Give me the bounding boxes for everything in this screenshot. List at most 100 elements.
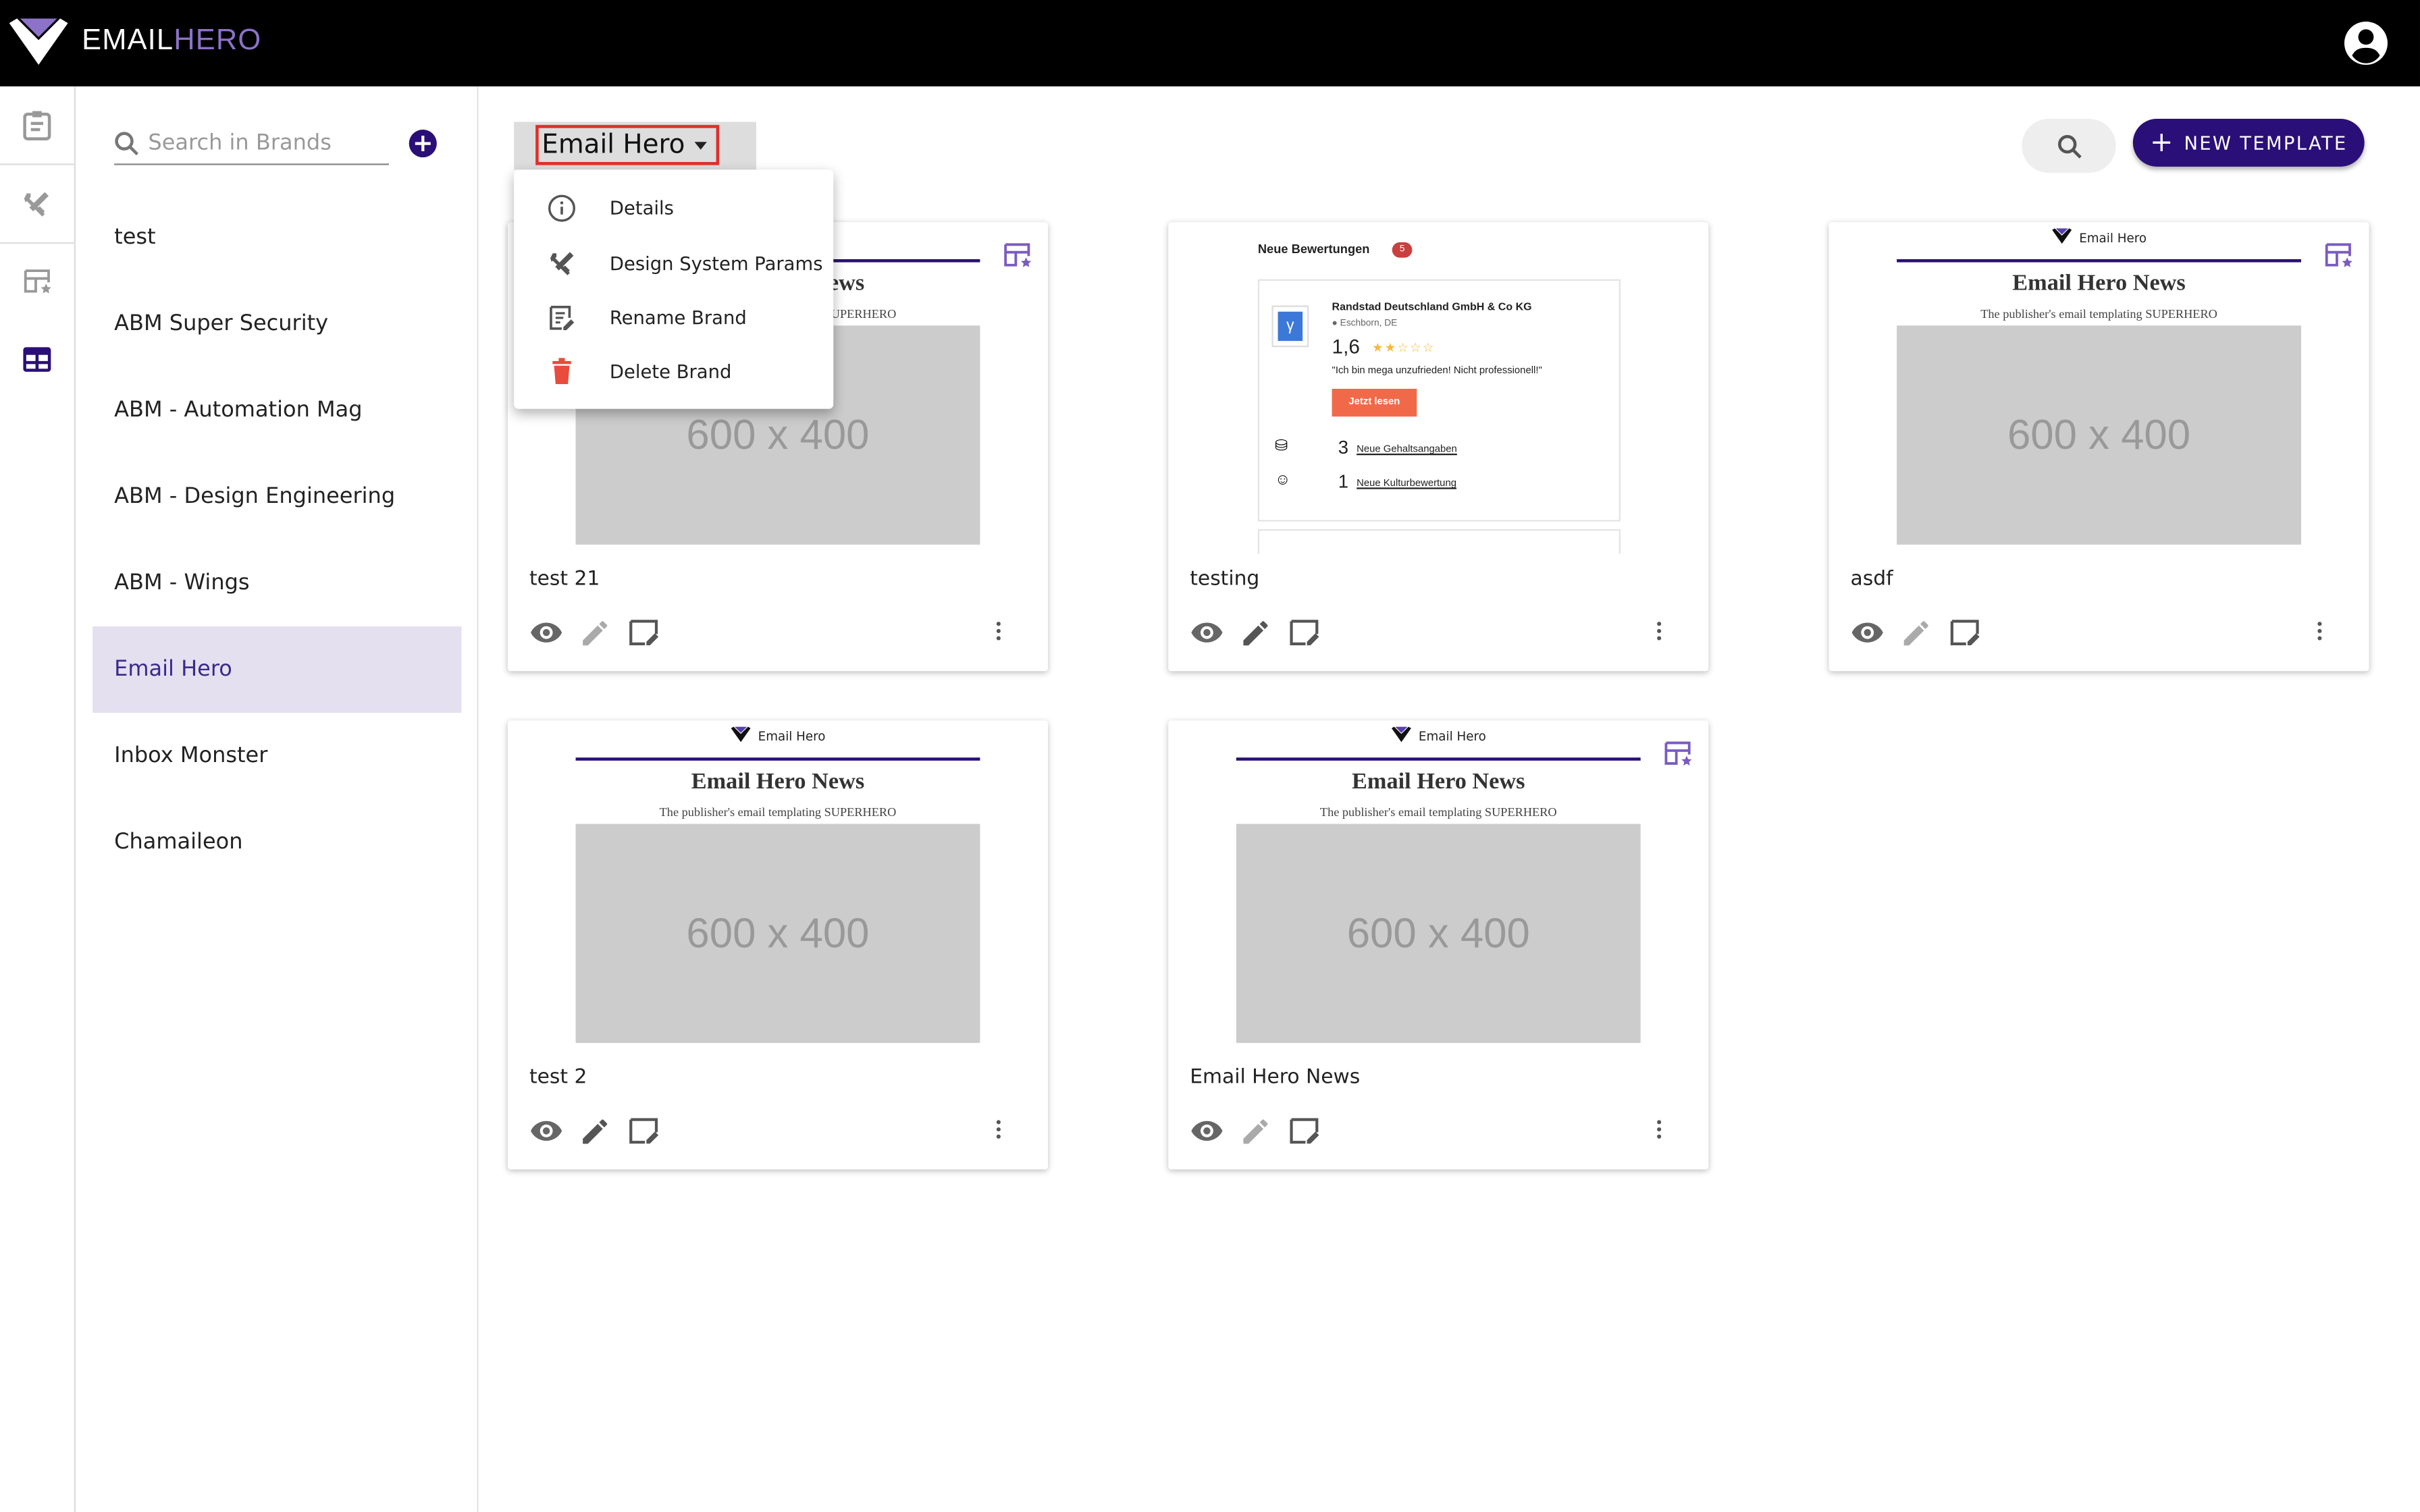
preview-title: Email Hero News bbox=[691, 770, 865, 795]
search-templates-button[interactable] bbox=[2022, 118, 2116, 173]
edit-pencil-icon[interactable] bbox=[1900, 616, 1932, 649]
edit-settings-icon[interactable] bbox=[627, 1114, 660, 1148]
preview-title: Email Hero News bbox=[2012, 271, 2186, 296]
nav-rail bbox=[0, 86, 76, 1512]
brand-item[interactable]: Chamaileon bbox=[93, 799, 461, 886]
top-bar: EMAILHERO bbox=[0, 0, 2420, 86]
rail-item-templates[interactable] bbox=[0, 86, 74, 165]
preview-eye-icon[interactable] bbox=[1190, 616, 1224, 649]
app-logo-text[interactable]: EMAILHERO bbox=[82, 25, 261, 59]
brand-item[interactable]: test bbox=[93, 194, 461, 281]
culture-link[interactable]: Neue Kulturbewertung bbox=[1357, 479, 1456, 489]
placeholder-label: 600 x 400 bbox=[686, 909, 870, 956]
stat-number: 3 bbox=[1338, 436, 1348, 458]
favorite-template-icon[interactable] bbox=[1001, 241, 1032, 272]
rating-stars: ★★☆☆☆ bbox=[1371, 341, 1436, 355]
emailhero-logo-icon bbox=[1392, 726, 1412, 742]
menu-item-delete-brand[interactable]: Delete Brand bbox=[514, 344, 833, 398]
more-vert-icon[interactable] bbox=[987, 1117, 1011, 1142]
preview-image-placeholder: 600 x 400 bbox=[1897, 325, 2301, 545]
more-vert-icon[interactable] bbox=[1647, 619, 1672, 644]
more-vert-icon[interactable] bbox=[2307, 619, 2332, 644]
preview-divider bbox=[575, 757, 980, 761]
account-icon[interactable] bbox=[2343, 20, 2390, 67]
preview-eye-icon[interactable] bbox=[529, 1114, 563, 1148]
location-pin-icon: ● bbox=[1332, 319, 1340, 329]
review-box: γ Randstad Deutschland GmbH & Co KG ● Es… bbox=[1257, 279, 1621, 522]
review-heading: Neue Bewertungen bbox=[1257, 242, 1370, 256]
template-preview[interactable]: Email Hero Email Hero News The publisher… bbox=[1829, 222, 2369, 554]
company-name: Randstad Deutschland GmbH & Co KG bbox=[1332, 302, 1532, 313]
stat-number: 1 bbox=[1338, 470, 1348, 493]
rail-item-brands[interactable] bbox=[0, 321, 74, 398]
brand-item[interactable]: ABM - Automation Mag bbox=[93, 367, 461, 454]
edit-settings-icon[interactable] bbox=[1287, 1114, 1321, 1148]
edit-pencil-icon[interactable] bbox=[579, 1114, 611, 1147]
brand-search-input[interactable]: Search in Brands bbox=[114, 124, 389, 165]
more-vert-icon[interactable] bbox=[987, 619, 1011, 644]
review-quote: "Ich bin mega unzufrieden! Nicht profess… bbox=[1332, 365, 1542, 377]
trash-icon bbox=[552, 358, 571, 385]
logo-text-hero: HERO bbox=[174, 24, 262, 57]
placeholder-label: 600 x 400 bbox=[686, 411, 870, 458]
brand-item[interactable]: ABM - Design Engineering bbox=[93, 454, 461, 540]
edit-settings-icon[interactable] bbox=[1287, 616, 1321, 649]
edit-settings-icon[interactable] bbox=[627, 616, 660, 649]
template-card[interactable]: Email Hero Email Hero News The publisher… bbox=[1829, 222, 2369, 672]
rating-value: 1,6 bbox=[1332, 334, 1360, 358]
template-card[interactable]: Neue Bewertungen 5 γ Randstad Deutschlan… bbox=[1168, 222, 1709, 672]
edit-settings-icon[interactable] bbox=[1948, 616, 1982, 649]
placeholder-label: 600 x 400 bbox=[1346, 909, 1530, 956]
people-icon: ☺ bbox=[1274, 472, 1291, 489]
salary-link[interactable]: Neue Gehaltsangaben bbox=[1357, 444, 1457, 455]
template-card[interactable]: Email Hero Email Hero News The publisher… bbox=[1168, 720, 1709, 1170]
review-box-2 bbox=[1257, 529, 1621, 554]
template-preview[interactable]: Neue Bewertungen 5 γ Randstad Deutschlan… bbox=[1168, 222, 1708, 554]
grid-icon bbox=[23, 347, 51, 372]
template-preview[interactable]: Email Hero Email Hero News The publisher… bbox=[1168, 720, 1708, 1052]
more-vert-icon[interactable] bbox=[1647, 1117, 1672, 1142]
preview-eye-icon[interactable] bbox=[529, 616, 563, 649]
brand-selector-label: Email Hero bbox=[542, 129, 685, 161]
location-text: Eschborn, DE bbox=[1340, 319, 1398, 329]
brand-item[interactable]: ABM Super Security bbox=[93, 281, 461, 367]
preview-brand-name: Email Hero bbox=[1418, 730, 1486, 744]
preview-brand: Email Hero bbox=[508, 726, 1048, 744]
template-preview[interactable]: Email Hero Email Hero News The publisher… bbox=[508, 720, 1048, 1052]
company-location: ● Eschborn, DE bbox=[1332, 319, 1398, 329]
rename-icon bbox=[550, 304, 575, 329]
plus-icon: + bbox=[2149, 126, 2175, 159]
preview-eye-icon[interactable] bbox=[1190, 1114, 1224, 1148]
rail-item-favorites[interactable] bbox=[0, 244, 74, 321]
template-title: test 2 bbox=[529, 1066, 587, 1089]
brand-item-selected[interactable]: Email Hero bbox=[93, 626, 462, 713]
emailhero-logo-icon bbox=[2052, 228, 2072, 244]
brand-item[interactable]: Inbox Monster bbox=[93, 713, 461, 799]
preview-eye-icon[interactable] bbox=[1851, 616, 1885, 649]
brand-item[interactable]: ABM - Wings bbox=[93, 540, 461, 626]
add-brand-button[interactable]: + bbox=[409, 130, 437, 158]
brand-selector[interactable]: Email Hero bbox=[514, 122, 756, 170]
edit-pencil-icon[interactable] bbox=[1239, 1114, 1271, 1147]
search-icon bbox=[115, 132, 139, 156]
favorite-template-icon[interactable] bbox=[2323, 241, 2354, 272]
edit-pencil-icon[interactable] bbox=[1239, 616, 1271, 649]
favorite-template-icon[interactable] bbox=[1662, 739, 1693, 770]
edit-pencil-icon[interactable] bbox=[579, 616, 611, 649]
preview-title: Email Hero News bbox=[1352, 770, 1525, 795]
menu-label: Rename Brand bbox=[609, 306, 747, 328]
preview-divider bbox=[1897, 259, 2301, 263]
new-template-button[interactable]: + NEW TEMPLATE bbox=[2132, 118, 2365, 167]
rail-item-design[interactable] bbox=[0, 165, 74, 244]
menu-item-details[interactable]: Details bbox=[514, 180, 833, 234]
template-card[interactable]: Email Hero Email Hero News The publisher… bbox=[507, 720, 1048, 1170]
menu-item-design-system-params[interactable]: Design System Params bbox=[514, 236, 833, 290]
coins-icon: ⛁ bbox=[1274, 438, 1288, 456]
emailhero-logo-icon bbox=[731, 726, 751, 742]
preview-brand: Email Hero bbox=[1829, 228, 2369, 245]
preview-subtitle: The publisher's email templating SUPERHE… bbox=[1319, 805, 1557, 819]
preview-brand: Email Hero bbox=[1168, 726, 1708, 744]
read-now-button[interactable]: Jetzt lesen bbox=[1332, 388, 1417, 417]
menu-item-rename-brand[interactable]: Rename Brand bbox=[514, 290, 833, 344]
template-title: Email Hero News bbox=[1190, 1066, 1361, 1089]
